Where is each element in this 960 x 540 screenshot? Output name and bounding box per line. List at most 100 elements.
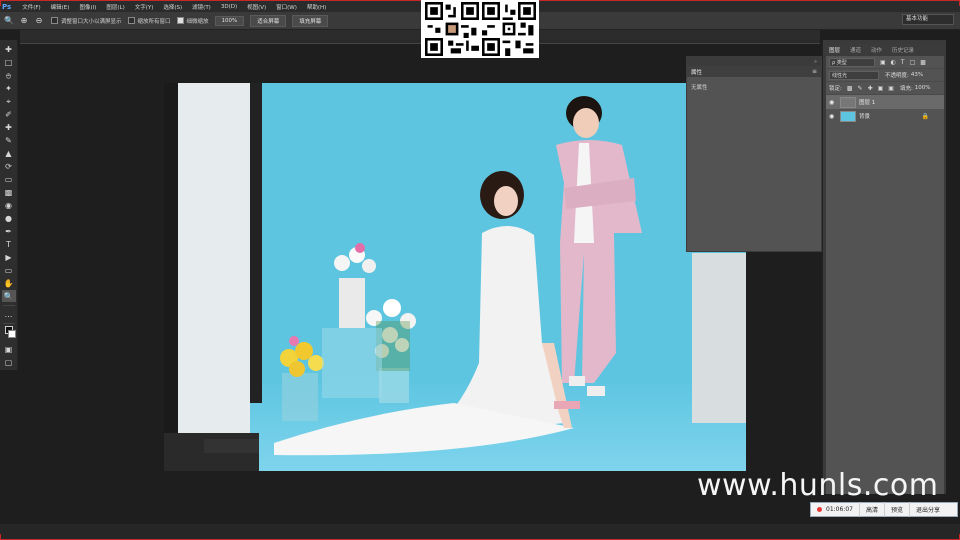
menu-layer[interactable]: 图层(L) — [101, 3, 129, 11]
zoom-all-option[interactable]: 缩放所有窗口 — [127, 17, 171, 25]
visibility-eye-icon[interactable]: ◉ — [829, 113, 837, 120]
zoom-out-icon[interactable]: ⊖ — [33, 15, 45, 27]
fill-value[interactable]: 100% — [915, 85, 931, 91]
photo-illustration — [164, 83, 746, 471]
fit-screen-button[interactable]: 适合屏幕 — [250, 14, 287, 27]
workspace-select[interactable]: 基本功能 — [902, 14, 954, 25]
zoom-in-icon[interactable]: ⊕ — [18, 15, 30, 27]
lock-image-icon[interactable]: ✎ — [858, 85, 863, 92]
layer-name: 背景 — [859, 114, 871, 120]
scrubby-zoom-checkbox[interactable] — [176, 17, 184, 24]
qr-code-left — [424, 2, 479, 56]
marquee-tool-icon[interactable]: □ — [2, 57, 16, 69]
history-brush-tool-icon[interactable]: ⟳ — [2, 161, 16, 173]
qr-code-right — [481, 2, 536, 56]
tab-actions[interactable]: 动作 — [871, 46, 882, 54]
menu-view[interactable]: 视图(V) — [242, 3, 271, 11]
menu-select[interactable]: 选择(S) — [158, 3, 187, 11]
resize-window-checkbox[interactable] — [51, 17, 58, 24]
path-select-tool-icon[interactable]: ▶ — [2, 251, 16, 263]
recording-dot-icon — [817, 507, 822, 512]
lock-artboard-icon[interactable]: ▣ — [878, 85, 884, 92]
quick-mask-icon[interactable]: ▣ — [2, 344, 16, 356]
blend-row: 线性光 不透明度: 43% — [826, 69, 944, 82]
corner-mark-top-left — [0, 0, 6, 6]
menu-3d[interactable]: 3D(D) — [216, 4, 242, 10]
filter-smart-icon[interactable]: ▩ — [920, 59, 926, 66]
opacity-value[interactable]: 43% — [911, 72, 923, 78]
zoom-all-checkbox[interactable] — [127, 17, 135, 24]
hand-tool-icon[interactable]: ✋ — [2, 277, 16, 289]
tab-properties[interactable]: 属性 — [691, 68, 702, 76]
layer-filter-row: ρ 类型 ▣ ◐ T □ ▩ — [826, 56, 944, 69]
layer-item-1[interactable]: ◉ 图层 1 — [826, 95, 944, 109]
lock-transparent-icon[interactable]: ▩ — [847, 85, 853, 92]
collapse-icon[interactable]: » — [814, 59, 817, 65]
menu-help[interactable]: 帮助(H) — [302, 3, 331, 11]
layer-kind-filter[interactable]: ρ 类型 — [829, 57, 875, 67]
fill-screen-button[interactable]: 填充屏幕 — [292, 14, 329, 27]
corner-mark-top-right — [954, 0, 960, 6]
recording-time: 01:06:07 — [826, 506, 853, 513]
brush-tool-icon[interactable]: ✎ — [2, 135, 16, 147]
shape-tool-icon[interactable]: ▭ — [2, 264, 16, 276]
properties-empty-text: 无属性 — [691, 85, 708, 91]
exit-share-button[interactable]: 退出分享 — [908, 502, 946, 517]
move-tool-icon[interactable]: ✚ — [2, 44, 16, 56]
lock-all-icon[interactable]: ▣ — [888, 85, 894, 92]
menu-edit[interactable]: 编辑(E) — [46, 3, 75, 11]
quick-select-tool-icon[interactable]: ✦ — [2, 83, 16, 95]
filter-pixel-icon[interactable]: ▣ — [880, 59, 886, 66]
properties-panel-header[interactable]: » — [687, 57, 821, 66]
layer-item-background[interactable]: ◉ 背景 🔒 — [826, 109, 944, 123]
toolbox-divider — [2, 305, 15, 307]
background-color-swatch[interactable] — [7, 330, 16, 338]
properties-tab-row: 属性 ≡ — [687, 66, 821, 77]
scrubby-zoom-option[interactable]: 细微缩放 — [176, 17, 209, 25]
preview-button[interactable]: 预览 — [883, 502, 909, 517]
wedding-photo[interactable] — [164, 83, 746, 471]
healing-tool-icon[interactable]: ✚ — [2, 122, 16, 134]
gradient-tool-icon[interactable]: ▩ — [2, 186, 16, 198]
corner-mark-bottom-left — [0, 534, 6, 540]
tab-layers[interactable]: 图层 — [829, 46, 840, 54]
menu-window[interactable]: 窗口(W) — [271, 3, 302, 11]
dodge-tool-icon[interactable]: ● — [2, 212, 16, 224]
menu-image[interactable]: 图像(I) — [74, 3, 101, 11]
blur-tool-icon[interactable]: ◉ — [2, 199, 16, 211]
lock-label: 锁定: — [829, 86, 842, 92]
more-tools-icon[interactable]: … — [2, 308, 16, 320]
menu-type[interactable]: 文字(Y) — [130, 3, 159, 11]
panel-menu-icon[interactable]: ≡ — [812, 68, 817, 75]
lock-position-icon[interactable]: ✚ — [868, 85, 873, 92]
hd-button[interactable]: 高清 — [858, 502, 884, 517]
tab-channels[interactable]: 通道 — [850, 46, 861, 54]
blend-mode-select[interactable]: 线性光 — [829, 70, 879, 80]
screen-mode-icon[interactable]: ▢ — [2, 357, 16, 369]
resize-window-option[interactable]: 调整窗口大小以满屏显示 — [51, 17, 122, 25]
properties-panel: » 属性 ≡ 无属性 — [686, 56, 822, 252]
crop-tool-icon[interactable]: ⌖ — [2, 96, 16, 108]
filter-type-icon[interactable]: T — [901, 59, 905, 66]
document-tabs — [20, 30, 820, 40]
menu-filter[interactable]: 滤镜(T) — [187, 3, 216, 11]
corner-mark-bottom-right — [954, 534, 960, 540]
fill-label: 填充: — [899, 86, 913, 92]
visibility-eye-icon[interactable]: ◉ — [829, 99, 837, 106]
filter-shape-icon[interactable]: □ — [910, 59, 916, 66]
zoom-tool-icon[interactable]: 🔍 — [1, 290, 16, 303]
type-tool-icon[interactable]: T — [2, 238, 16, 250]
menu-file[interactable]: 文件(F) — [17, 3, 45, 11]
layer-name: 图层 1 — [859, 100, 876, 106]
zoom-100-button[interactable]: 100% — [214, 15, 245, 26]
tab-history[interactable]: 历史记录 — [892, 46, 914, 54]
layers-tabs: 图层 通道 动作 历史记录 — [826, 44, 944, 56]
eyedropper-tool-icon[interactable]: ✐ — [2, 109, 16, 121]
filter-adjustment-icon[interactable]: ◐ — [891, 59, 896, 66]
pen-tool-icon[interactable]: ✒ — [2, 225, 16, 237]
eraser-tool-icon[interactable]: ▭ — [2, 174, 16, 186]
opacity-label: 不透明度: — [885, 73, 909, 79]
stamp-tool-icon[interactable]: ▲ — [2, 148, 16, 160]
zoom-tool-icon[interactable]: 🔍 — [3, 15, 15, 27]
lasso-tool-icon[interactable]: ⦺ — [2, 70, 16, 82]
